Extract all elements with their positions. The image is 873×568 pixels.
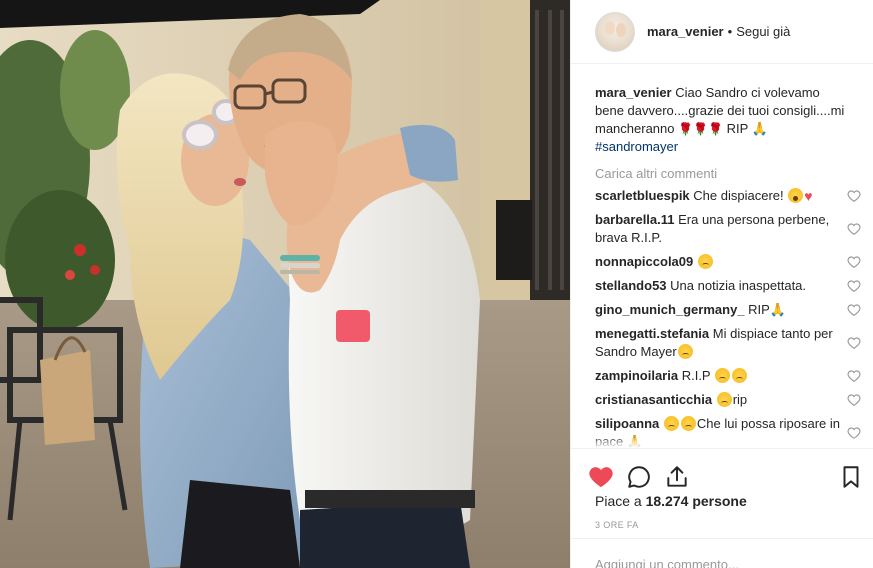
- comment-text: Che dispiacere!: [693, 188, 784, 203]
- comment-username[interactable]: silipoanna: [595, 416, 659, 431]
- comment-text: RIP: [748, 302, 770, 317]
- sad-emoji-icon: [732, 368, 747, 383]
- rose-emoji-icon: 🌹🌹🌹: [678, 122, 723, 136]
- comment-text: rip: [732, 392, 748, 407]
- comment-like-heart-icon[interactable]: [847, 336, 861, 350]
- post-actions-bar: [571, 448, 873, 496]
- sad-emoji-icon: [677, 344, 693, 359]
- sad-emoji-icon: [663, 416, 679, 431]
- heart-filled-icon: [589, 466, 613, 487]
- comment-username[interactable]: zampinoilaria: [595, 368, 678, 383]
- comment-username[interactable]: nonnapiccola09: [595, 254, 693, 269]
- likes-suffix: persone: [692, 493, 747, 509]
- post-header: mara_venier • Segui già: [571, 0, 873, 64]
- comment-row: nonnapiccola09: [595, 253, 861, 271]
- comment-row: zampinoilaria R.I.P: [595, 367, 861, 385]
- comment-like-heart-icon[interactable]: [847, 255, 861, 269]
- comment-username[interactable]: gino_munich_germany_: [595, 302, 745, 317]
- red-heart-emoji-icon: ♥: [804, 188, 813, 204]
- post-photo-illustration: [0, 0, 570, 568]
- comment-like-heart-icon[interactable]: [847, 303, 861, 317]
- instagram-post: mara_venier • Segui già mara_venier Ciao…: [0, 0, 873, 568]
- comment-username[interactable]: scarletbluespik: [595, 188, 690, 203]
- post-photo[interactable]: [0, 0, 570, 568]
- share-button[interactable]: [663, 463, 691, 491]
- caption-rip: RIP: [726, 121, 749, 136]
- likes-number: 18.274: [645, 493, 689, 509]
- comment-text: R.I.P: [681, 368, 711, 383]
- caption-username[interactable]: mara_venier: [595, 85, 672, 100]
- comment-username[interactable]: menegatti.stefania: [595, 326, 709, 341]
- likes-count[interactable]: Piace a 18.274 persone: [595, 493, 747, 509]
- pray-emoji-icon: 🙏: [751, 121, 768, 136]
- comment-like-heart-icon[interactable]: [847, 393, 861, 407]
- share-upload-icon: [667, 465, 687, 487]
- comments-list[interactable]: mara_venier Ciao Sandro ci volevamo bene…: [571, 64, 873, 448]
- sad-emoji-icon: [680, 416, 696, 431]
- comment-username[interactable]: barbarella.11: [595, 212, 675, 227]
- sad-emoji-icon: [697, 254, 713, 269]
- comment-text: Una notizia inaspettata.: [670, 278, 807, 293]
- comment-like-heart-icon[interactable]: [847, 222, 861, 236]
- follow-status-button[interactable]: Segui già: [736, 24, 790, 39]
- comment-row: gino_munich_germany_ RIP🙏: [595, 301, 861, 319]
- header-separator: •: [727, 24, 733, 39]
- load-more-comments-link[interactable]: Carica altri commenti: [595, 166, 861, 181]
- pray-emoji-icon: 🙏: [769, 302, 787, 317]
- post-timestamp[interactable]: 3 ORE FA: [595, 520, 639, 530]
- add-comment-bar: [571, 538, 873, 568]
- post-caption: mara_venier Ciao Sandro ci volevamo bene…: [595, 84, 861, 156]
- comment-row: cristianasanticchia rip: [595, 391, 861, 409]
- like-button[interactable]: [587, 463, 615, 491]
- post-author-username[interactable]: mara_venier: [647, 24, 724, 39]
- likes-prefix: Piace a: [595, 493, 642, 509]
- comment-username[interactable]: stellando53: [595, 278, 667, 293]
- comment-row: barbarella.11 Era una persona perbene, b…: [595, 211, 861, 247]
- sad-emoji-icon: [715, 368, 730, 383]
- post-side-panel: mara_venier • Segui già mara_venier Ciao…: [570, 0, 873, 568]
- comment-row: menegatti.stefania Mi dispiace tanto per…: [595, 325, 861, 361]
- comments-fade: [571, 436, 873, 448]
- save-button[interactable]: [837, 463, 865, 491]
- sad-emoji-icon: [716, 392, 732, 407]
- comment-like-heart-icon[interactable]: [847, 189, 861, 203]
- comment-row: scarletbluespik Che dispiacere! ♥: [595, 187, 861, 205]
- avatar[interactable]: [595, 11, 635, 52]
- comment-like-heart-icon[interactable]: [847, 279, 861, 293]
- comment-like-heart-icon[interactable]: [847, 369, 861, 383]
- add-comment-input[interactable]: [595, 557, 849, 568]
- shocked-emoji-icon: [788, 188, 804, 203]
- caption-hashtag[interactable]: #sandromayer: [595, 139, 678, 154]
- comment-username[interactable]: cristianasanticchia: [595, 392, 712, 407]
- comment-row: stellando53 Una notizia inaspettata.: [595, 277, 861, 295]
- comment-button[interactable]: [625, 463, 653, 491]
- comment-bubble-icon: [628, 465, 650, 488]
- bookmark-icon: [843, 465, 859, 488]
